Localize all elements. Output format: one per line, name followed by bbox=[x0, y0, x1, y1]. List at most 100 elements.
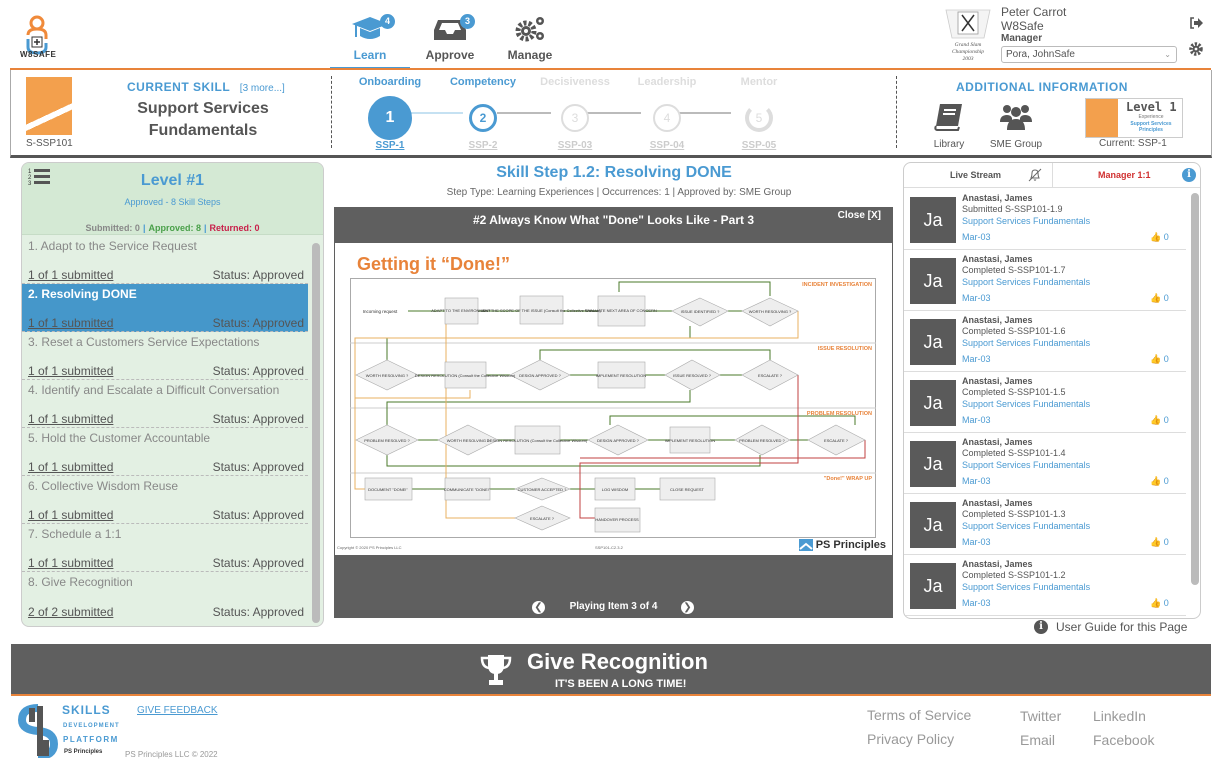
avatar: Ja bbox=[910, 441, 956, 487]
close-player-button[interactable]: Close [X] bbox=[838, 210, 881, 221]
library-button[interactable]: Library bbox=[931, 102, 967, 150]
feed-item[interactable]: Ja Anastasi, James Submitted S-SSP101-1.… bbox=[904, 189, 1186, 250]
skill-step-item[interactable]: 1. Adapt to the Service Request 1 of 1 s… bbox=[22, 236, 308, 284]
tab-manager-1on1[interactable]: Manager 1:1 bbox=[1098, 170, 1151, 180]
feed-item[interactable]: Ja Anastasi, James Completed S-SSP101-1.… bbox=[904, 311, 1186, 372]
feed-skill-link[interactable]: Support Services Fundamentals bbox=[962, 338, 1090, 348]
step-name: 4. Identify and Escalate a Difficult Con… bbox=[28, 383, 280, 397]
step-status: Status: Approved bbox=[212, 556, 304, 570]
twitter-link[interactable]: Twitter bbox=[1020, 708, 1061, 724]
like-count: 0 bbox=[1163, 415, 1169, 425]
step-status: Status: Approved bbox=[212, 460, 304, 474]
feed-item[interactable]: Ja Anastasi, James Completed S-SSP101-1.… bbox=[904, 494, 1186, 555]
feed-item[interactable]: Ja Anastasi, James Completed S-SSP101-1.… bbox=[904, 555, 1186, 616]
feed-skill-link[interactable]: Support Services Fundamentals bbox=[962, 460, 1090, 470]
progression-step-2[interactable]: Competency 2 SSP-2 bbox=[437, 76, 529, 151]
tab-live-stream[interactable]: Live Stream bbox=[950, 170, 1001, 180]
terms-link[interactable]: Terms of Service bbox=[867, 707, 971, 723]
learn-badge: 4 bbox=[380, 14, 395, 29]
like-button[interactable]: 👍 0 bbox=[1150, 232, 1169, 243]
submitted-link[interactable]: 2 of 2 submitted bbox=[28, 605, 113, 619]
tab-divider bbox=[1052, 163, 1053, 188]
nav-learn[interactable]: 4 Learn bbox=[330, 12, 410, 70]
step-code-link[interactable]: SSP-1 bbox=[344, 140, 436, 151]
info-icon: i bbox=[1034, 620, 1048, 634]
step-code-link[interactable]: SSP-04 bbox=[621, 140, 713, 151]
submitted-link[interactable]: 1 of 1 submitted bbox=[28, 508, 113, 522]
progression-step-3[interactable]: Decisiveness 3 SSP-03 bbox=[529, 76, 621, 151]
feed-skill-link[interactable]: Support Services Fundamentals bbox=[962, 399, 1090, 409]
level-badge-card[interactable]: Level 1 Experience Support Services Prin… bbox=[1085, 98, 1183, 138]
sme-group-button[interactable]: SME Group bbox=[986, 102, 1046, 150]
submitted-link[interactable]: 1 of 1 submitted bbox=[28, 556, 113, 570]
skill-image[interactable] bbox=[26, 77, 72, 135]
like-button[interactable]: 👍 0 bbox=[1150, 354, 1169, 365]
like-button[interactable]: 👍 0 bbox=[1150, 537, 1169, 548]
avatar: Ja bbox=[910, 197, 956, 243]
feed-skill-link[interactable]: Support Services Fundamentals bbox=[962, 216, 1090, 226]
skill-step-item[interactable]: 6. Collective Wisdom Reuse 1 of 1 submit… bbox=[22, 476, 308, 524]
gears-icon bbox=[515, 17, 544, 42]
feed-skill-link[interactable]: Support Services Fundamentals bbox=[962, 521, 1090, 531]
feed-item[interactable]: Ja Anastasi, James Completed S-SSP101-1.… bbox=[904, 433, 1186, 494]
info-icon[interactable]: i bbox=[1182, 168, 1196, 182]
step-name: 6. Collective Wisdom Reuse bbox=[28, 479, 179, 493]
employee-select[interactable]: Pora, JohnSafe ⌄ bbox=[1001, 46, 1177, 63]
like-button[interactable]: 👍 0 bbox=[1150, 476, 1169, 487]
feed-user-name: Anastasi, James bbox=[962, 376, 1033, 386]
like-button[interactable]: 👍 0 bbox=[1150, 415, 1169, 426]
thumbs-up-icon: 👍 bbox=[1150, 293, 1162, 303]
flow-node: DESIGN RESOLUTION (Consult the Collectiv… bbox=[487, 438, 588, 443]
nav-manage[interactable]: Manage bbox=[490, 12, 570, 62]
gear-icon[interactable] bbox=[1189, 42, 1203, 56]
progression-step-5[interactable]: Mentor 5 SSP-05 bbox=[713, 76, 805, 151]
progression-step-1[interactable]: Onboarding 1 SSP-1 bbox=[344, 76, 436, 151]
submitted-link[interactable]: 1 of 1 submitted bbox=[28, 364, 113, 378]
feed-action: Completed S-SSP101-1.6 bbox=[962, 326, 1066, 336]
skill-step-item[interactable]: 4. Identify and Escalate a Difficult Con… bbox=[22, 380, 308, 428]
logout-icon[interactable] bbox=[1189, 17, 1203, 29]
step-code-link[interactable]: SSP-2 bbox=[437, 140, 529, 151]
progression-step-4[interactable]: Leadership 4 SSP-04 bbox=[621, 76, 713, 151]
step-code-link[interactable]: SSP-05 bbox=[713, 140, 805, 151]
flow-node: DOCUMENT "DONE!" bbox=[368, 487, 408, 492]
stream-feed: Ja Anastasi, James Submitted S-SSP101-1.… bbox=[904, 189, 1186, 616]
stream-scrollbar[interactable] bbox=[1191, 193, 1199, 585]
flowchart-diagram: INCIDENT INVESTIGATION ISSUE RESOLUTION … bbox=[350, 278, 876, 538]
submitted-link[interactable]: 1 of 1 submitted bbox=[28, 460, 113, 474]
avatar: Ja bbox=[910, 258, 956, 304]
submitted-link[interactable]: 1 of 1 submitted bbox=[28, 268, 113, 282]
skill-step-item-selected[interactable]: 2. Resolving DONE 1 of 1 submitted Statu… bbox=[22, 284, 308, 332]
feed-item[interactable]: Ja Anastasi, James Completed S-SSP101-1.… bbox=[904, 250, 1186, 311]
chevron-down-icon: ⌄ bbox=[1164, 50, 1171, 59]
like-button[interactable]: 👍 0 bbox=[1150, 598, 1169, 609]
skill-name-line2: Fundamentals bbox=[148, 122, 258, 139]
next-item-button[interactable]: ❯ bbox=[681, 601, 694, 614]
user-guide-link[interactable]: i User Guide for this Page bbox=[1034, 620, 1187, 634]
skill-step-item[interactable]: 5. Hold the Customer Accountable 1 of 1 … bbox=[22, 428, 308, 476]
step-name: 7. Schedule a 1:1 bbox=[28, 527, 122, 541]
facebook-link[interactable]: Facebook bbox=[1093, 732, 1154, 748]
submitted-link[interactable]: 1 of 1 submitted bbox=[28, 412, 113, 426]
privacy-link[interactable]: Privacy Policy bbox=[867, 731, 954, 747]
like-button[interactable]: 👍 0 bbox=[1150, 293, 1169, 304]
steps-scrollbar[interactable] bbox=[312, 243, 320, 623]
submitted-link[interactable]: 1 of 1 submitted bbox=[28, 316, 113, 330]
skill-step-item[interactable]: 3. Reset a Customers Service Expectation… bbox=[22, 332, 308, 380]
give-recognition-banner[interactable]: Give Recognition IT'S BEEN A LONG TIME! bbox=[11, 644, 1211, 696]
email-link[interactable]: Email bbox=[1020, 732, 1055, 748]
feed-skill-link[interactable]: Support Services Fundamentals bbox=[962, 277, 1090, 287]
skill-step-item[interactable]: 8. Give Recognition 2 of 2 submitted Sta… bbox=[22, 572, 308, 620]
level-card-sub: Experience bbox=[1138, 114, 1164, 120]
main-nav: 4 Learn 3 Approve Manage bbox=[330, 12, 570, 70]
linkedin-link[interactable]: LinkedIn bbox=[1093, 708, 1146, 724]
bell-slash-icon[interactable] bbox=[1028, 168, 1042, 182]
feed-item[interactable]: Ja Anastasi, James Completed S-SSP101-1.… bbox=[904, 372, 1186, 433]
give-feedback-link[interactable]: GIVE FEEDBACK bbox=[137, 705, 218, 716]
skill-step-item[interactable]: 7. Schedule a 1:1 1 of 1 submitted Statu… bbox=[22, 524, 308, 572]
feed-date: Mar-03 bbox=[962, 598, 991, 608]
more-skills-link[interactable]: [3 more...] bbox=[240, 83, 285, 94]
feed-skill-link[interactable]: Support Services Fundamentals bbox=[962, 582, 1090, 592]
step-code-link[interactable]: SSP-03 bbox=[529, 140, 621, 151]
nav-approve[interactable]: 3 Approve bbox=[410, 12, 490, 62]
